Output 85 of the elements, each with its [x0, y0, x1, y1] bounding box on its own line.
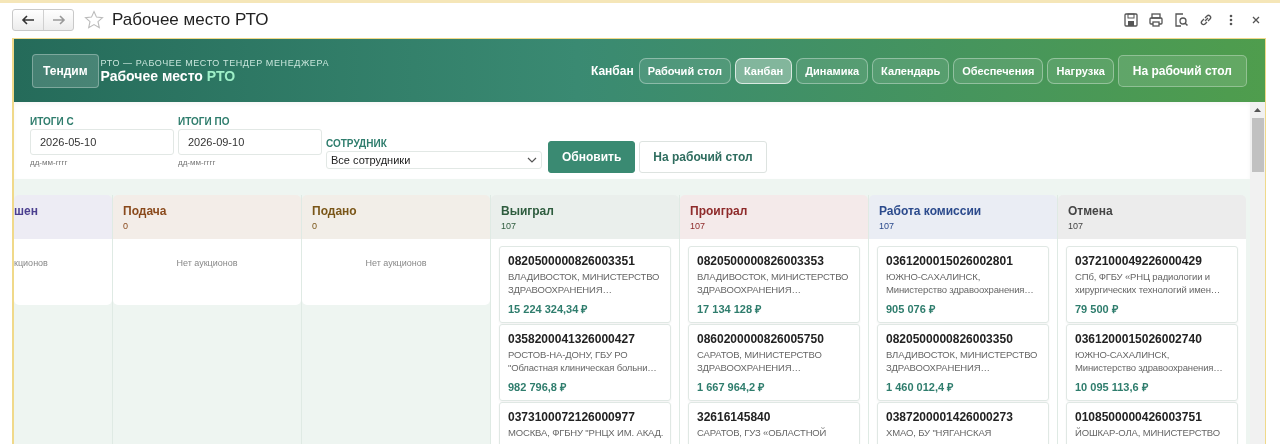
home-button[interactable]: На рабочий стол	[639, 141, 767, 173]
arrow-left-icon	[21, 14, 35, 25]
tender-number: 0860200000826005750	[697, 332, 825, 346]
field-label: ИТОГИ С	[30, 116, 75, 127]
customer-text: СПб, ФГБУ «РНЦ радиологии и хирургических технологий имен…	[1075, 271, 1222, 296]
empty-message: Нет аукционов	[176, 258, 238, 268]
tender-number: 32616145840	[697, 410, 772, 424]
employee-dropdown[interactable]: Все сотрудники	[326, 151, 542, 169]
column-title: Подано	[312, 204, 358, 218]
tender-number: 0387200001426000273	[886, 410, 1014, 424]
empty-message: Нет аукционов	[365, 258, 427, 268]
customer-text: ЙОШКАР-ОЛА, МИНИСТЕРСТВО	[1075, 427, 1221, 440]
field-label: СОТРУДНИК	[326, 138, 388, 149]
customer-text: ЮЖНО-САХАЛИНСК, Министерство здравоохранения…	[1075, 349, 1224, 374]
column-title: шен	[14, 204, 39, 218]
tender-card[interactable]: 0358200041326000427 РОСТОВ-НА-ДОНУ, ГБУ РО "Областная клиническая больни… 982 796,8 ₽	[499, 324, 671, 401]
tender-amount: 15 224 324,34 ₽	[508, 302, 589, 316]
column-count: 0	[312, 221, 318, 231]
tender-amount: 905 076 ₽	[886, 302, 936, 316]
date-field[interactable]: 2026-05-10	[30, 129, 174, 155]
column-count: 0	[123, 221, 129, 231]
field-hint: дд-мм-гггг	[30, 158, 69, 167]
scroll-up-icon[interactable]	[1254, 108, 1261, 112]
column-count: 107	[690, 221, 707, 231]
tender-card[interactable]: 0361200015026002740 ЮЖНО-САХАЛИНСК, Министерство здравоохранения… 10 095 113,6 ₽	[1066, 324, 1238, 401]
tender-number: 0361200015026002740	[1075, 332, 1203, 346]
tender-number: 0108500000426003751	[1075, 410, 1203, 424]
tender-number: 0373100072126000977	[508, 410, 636, 424]
tender-amount: 10 095 113,6 ₽	[1075, 380, 1149, 394]
tender-amount: 79 500 ₽	[1075, 302, 1119, 316]
field-label: ИТОГИ ПО	[178, 116, 231, 127]
customer-text: ВЛАДИВОСТОК, МИНИСТЕРСТВО ЗДРАВООХРАНЕНИЯ…	[697, 271, 850, 296]
header-subtitle: РТО — РАБОЧЕЕ МЕСТО ТЕНДЕР МЕНЕДЖЕРА	[100, 57, 330, 68]
tender-number: 0820500000826003351	[508, 254, 636, 268]
tender-amount: 1 460 012,4 ₽	[886, 380, 955, 394]
tender-card[interactable]: 0361200015026002801 ЮЖНО-САХАЛИНСК, Министерство здравоохранения… 905 076 ₽	[877, 246, 1049, 323]
tender-number: 0820500000826003353	[697, 254, 825, 268]
window-title: Рабочее место РТО	[112, 9, 269, 30]
field-hint: дд-мм-гггг	[178, 158, 217, 167]
tender-card[interactable]: 0387200001426000273 ХМАО, БУ "НЯГАНСКАЯ	[877, 402, 1049, 444]
tender-card[interactable]: 0820500000826003353 ВЛАДИВОСТОК, МИНИСТЕРСТВО ЗДРАВООХРАНЕНИЯ… 17 134 128 ₽	[688, 246, 860, 323]
customer-text: МОСКВА, ФГБНУ "РНЦХ ИМ. АКАД.	[508, 427, 664, 440]
chevron-down-icon	[527, 157, 537, 163]
tender-number: 0361200015026002801	[886, 254, 1014, 268]
customer-text: САРАТОВ, ГУЗ «ОБЛАСТНОЙ	[697, 427, 828, 440]
tender-number: 0820500000826003350	[886, 332, 1014, 346]
tender-number: 0372100049226000429	[1075, 254, 1203, 268]
column-title: Работа комиссии	[879, 204, 983, 218]
column-title: Подача	[123, 204, 168, 218]
tender-card[interactable]: 0820500000826003350 ВЛАДИВОСТОК, МИНИСТЕРСТВО ЗДРАВООХРАНЕНИЯ… 1 460 012,4 ₽	[877, 324, 1049, 401]
customer-text: ВЛАДИВОСТОК, МИНИСТЕРСТВО ЗДРАВООХРАНЕНИЯ…	[886, 349, 1039, 374]
tender-card[interactable]: 32616145840 САРАТОВ, ГУЗ «ОБЛАСТНОЙ	[688, 402, 860, 444]
refresh-button[interactable]: Обновить	[548, 141, 636, 173]
empty-message: кционов	[14, 258, 48, 268]
column-count: 107	[879, 221, 896, 231]
column-title: Отмена	[1068, 204, 1114, 218]
current-view-label: Канбан	[590, 63, 634, 78]
tender-amount: 17 134 128 ₽	[697, 302, 763, 316]
logo-button[interactable]: Тендим	[32, 53, 99, 88]
customer-text: ХМАО, БУ "НЯГАНСКАЯ	[886, 427, 993, 440]
arrow-right-icon	[51, 14, 66, 25]
tender-card[interactable]: 0860200000826005750 САРАТОВ, МИНИСТЕРСТВО ЗДРАВООХРАНЕНИЯ… 1 667 964,2 ₽	[688, 324, 860, 401]
customer-text: РОСТОВ-НА-ДОНУ, ГБУ РО "Областная клиническая больни…	[508, 349, 658, 374]
column-title: Выиграл	[501, 204, 555, 218]
tender-card[interactable]: 0820500000826003351 ВЛАДИВОСТОК, МИНИСТЕРСТВО ЗДРАВООХРАНЕНИЯ… 15 224 324,34 ₽	[499, 246, 671, 323]
header-title: Рабочее место РТО	[100, 67, 236, 84]
scrollbar[interactable]	[1250, 102, 1265, 444]
column-title: Проиграл	[690, 204, 749, 218]
tender-amount: 1 667 964,2 ₽	[697, 380, 766, 394]
tender-number: 0358200041326000427	[508, 332, 636, 346]
date-field[interactable]: 2026-09-10	[178, 129, 322, 155]
tender-amount: 982 796,8 ₽	[508, 380, 567, 394]
tender-card[interactable]: 0372100049226000429 СПб, ФГБУ «РНЦ радиологии и хирургических технологий имен… 79 500 ₽	[1066, 246, 1238, 323]
tender-card[interactable]: 0373100072126000977 МОСКВА, ФГБНУ "РНЦХ ИМ. АКАД.	[499, 402, 671, 444]
star-icon[interactable]	[84, 9, 104, 30]
customer-text: САРАТОВ, МИНИСТЕРСТВО ЗДРАВООХРАНЕНИЯ…	[697, 349, 823, 374]
save-icon[interactable]	[1123, 11, 1139, 28]
column-count: 107	[1068, 221, 1085, 231]
scrollbar-thumb[interactable]	[1251, 118, 1264, 172]
customer-text: ВЛАДИВОСТОК, МИНИСТЕРСТВО ЗДРАВООХРАНЕНИЯ…	[508, 271, 661, 296]
customer-text: ЮЖНО-САХАЛИНСК, Министерство здравоохранения…	[886, 271, 1035, 296]
print-icon[interactable]	[1148, 11, 1164, 28]
tender-card[interactable]: 0108500000426003751 ЙОШКАР-ОЛА, МИНИСТЕРСТВО	[1066, 402, 1238, 444]
column-count: 107	[501, 221, 518, 231]
print-preview-icon[interactable]	[1173, 11, 1189, 28]
